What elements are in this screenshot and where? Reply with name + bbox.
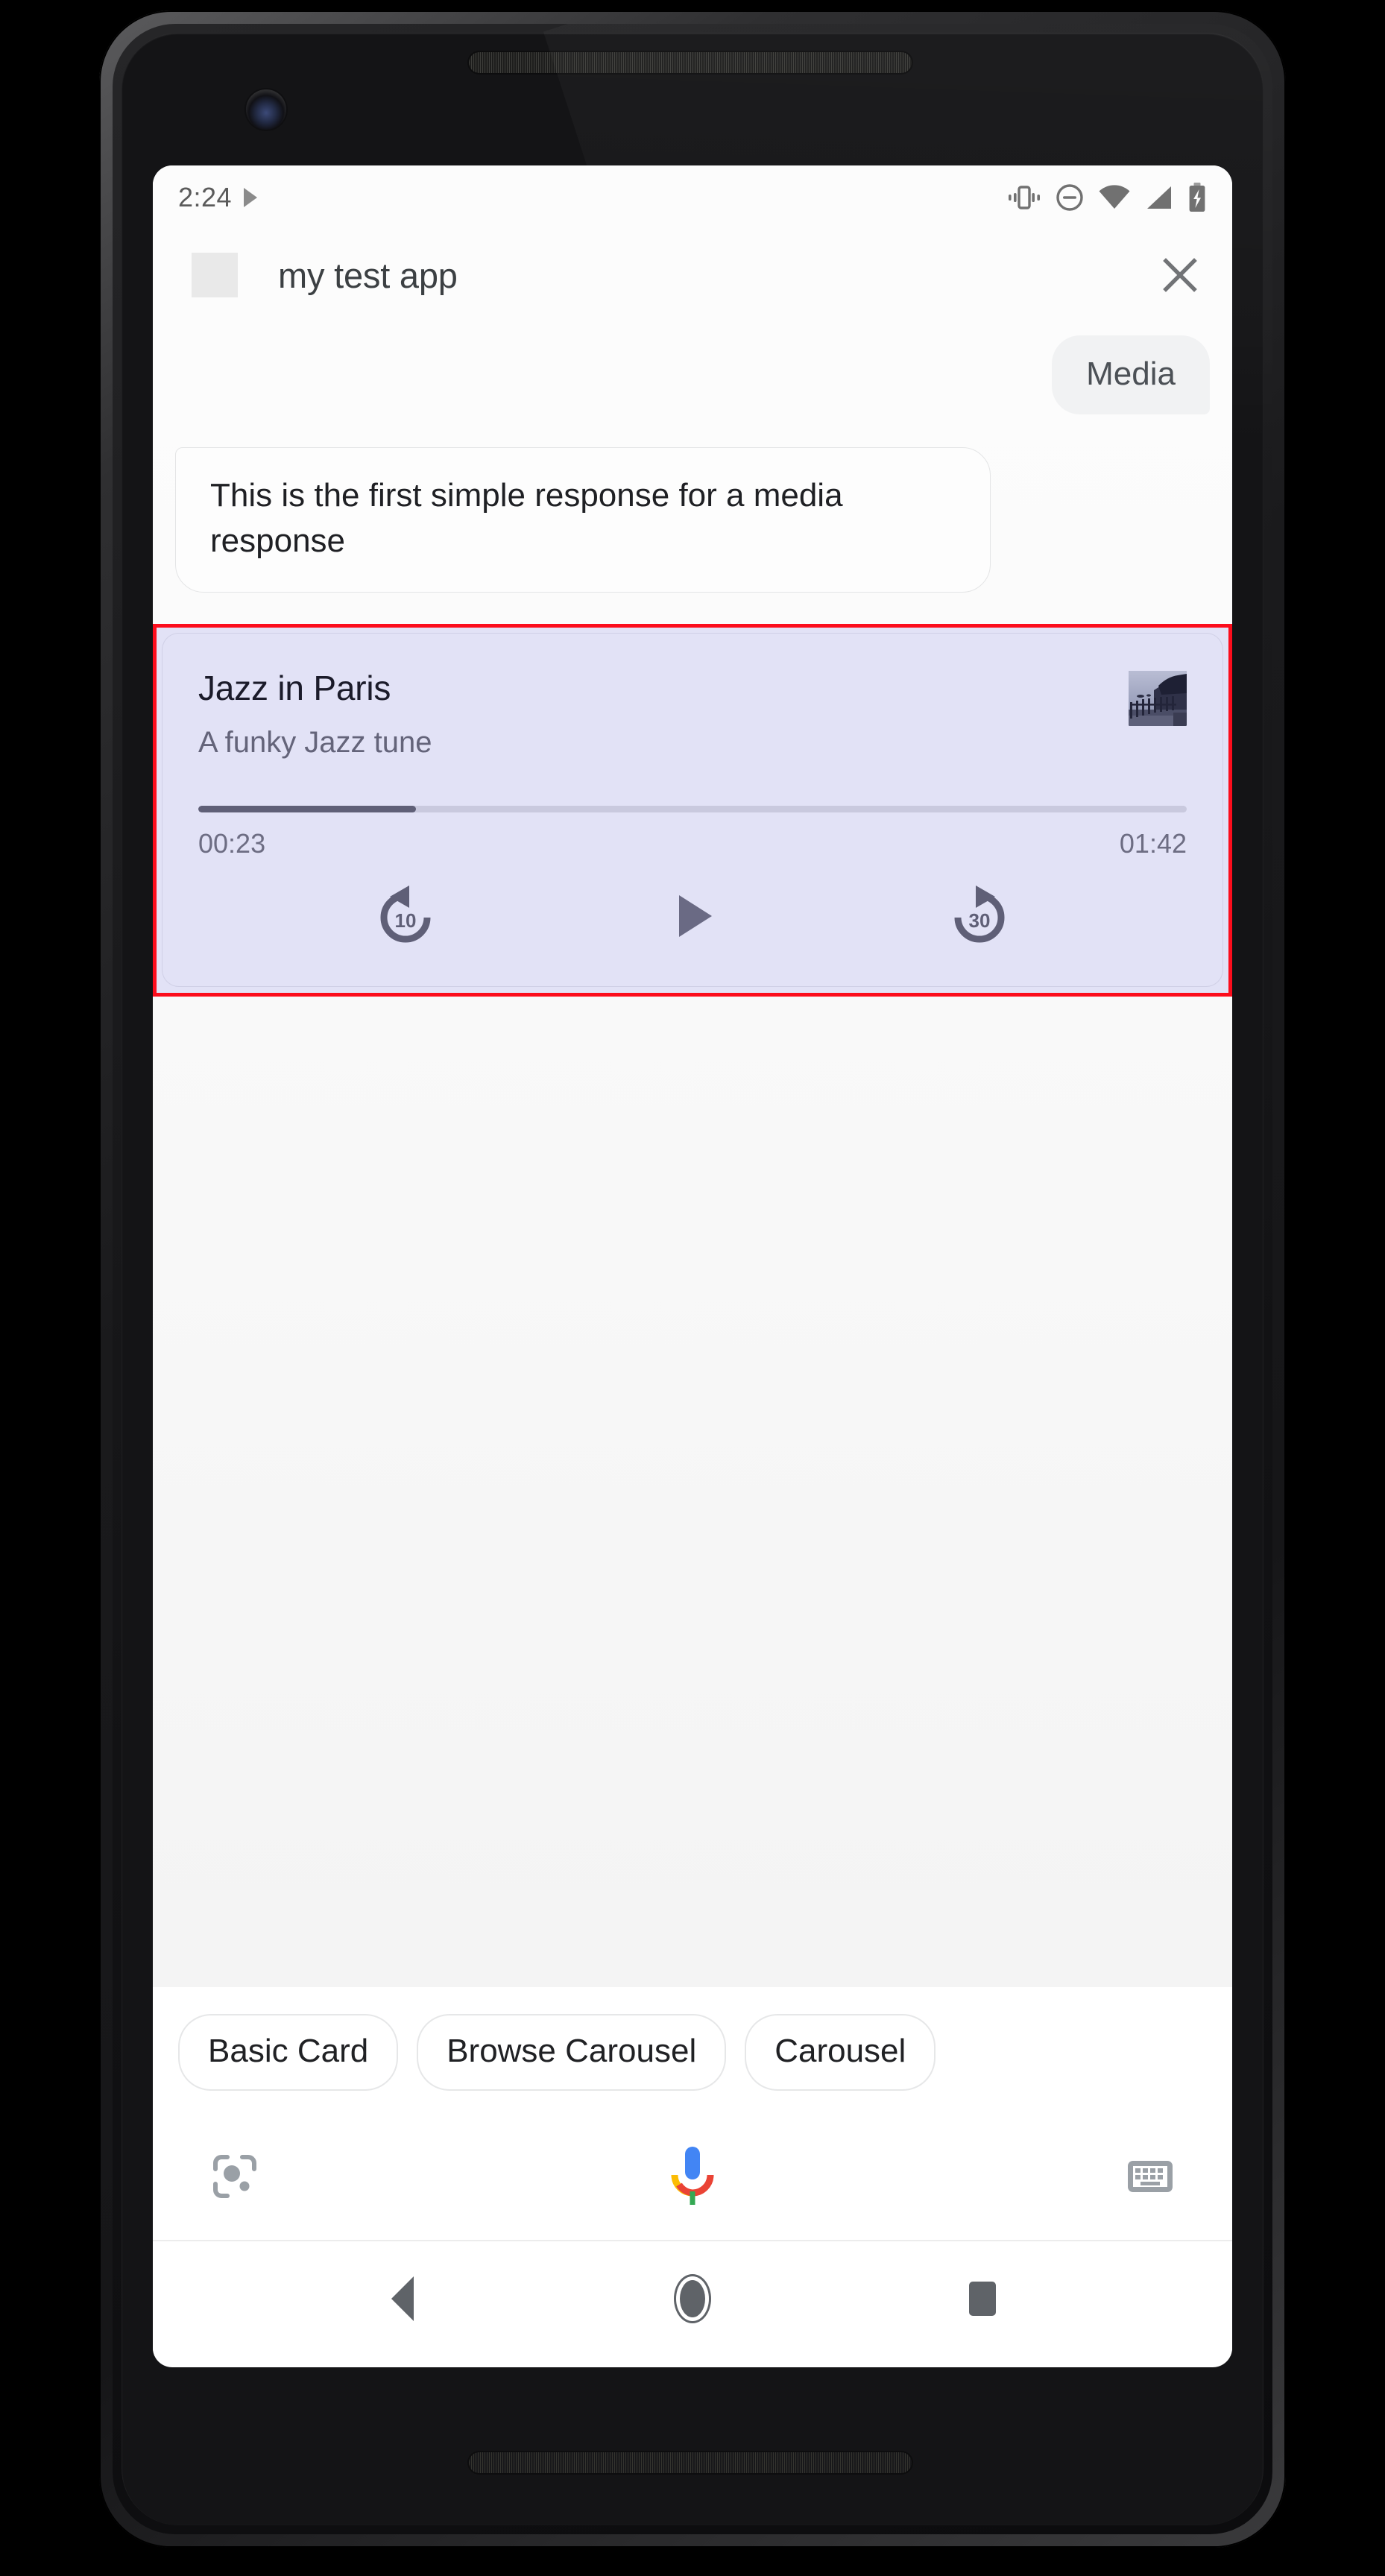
album-art-image (1129, 671, 1187, 727)
battery-charging-icon (1189, 183, 1205, 212)
media-card-text-block: Jazz in Paris A funky Jazz tune (198, 668, 1129, 760)
media-response-card[interactable]: Jazz in Paris A funky Jazz tune 00:23 01… (163, 634, 1222, 987)
chip-browse-carousel[interactable]: Browse Carousel (417, 2014, 727, 2091)
front-camera-icon (246, 89, 286, 130)
conversation-area: Media This is the first simple response … (153, 321, 1232, 1987)
current-time-label: 00:23 (198, 828, 266, 859)
close-button[interactable] (1156, 251, 1204, 299)
app-placeholder-icon (192, 253, 238, 297)
home-icon (679, 2280, 705, 2317)
app-header: my test app (153, 230, 1232, 321)
cellular-signal-icon (1147, 186, 1171, 209)
user-message-bubble: Media (1052, 335, 1210, 414)
keyboard-button[interactable] (1122, 2148, 1179, 2205)
chip-carousel[interactable]: Carousel (745, 2014, 936, 2091)
do-not-disturb-icon (1056, 184, 1083, 211)
media-card-header: Jazz in Paris A funky Jazz tune (198, 668, 1187, 760)
status-bar-clock: 2:24 (178, 182, 233, 212)
agent-message-row: This is the first simple response for a … (153, 447, 1232, 593)
wifi-icon (1099, 185, 1130, 209)
replay-10-button[interactable]: 10 (365, 876, 446, 956)
play-icon (678, 895, 712, 938)
phone-screen: 2:24 my test app Media This is the first… (153, 165, 1232, 2367)
forward-30-button[interactable]: 30 (939, 876, 1020, 956)
page-title: my test app (278, 255, 458, 295)
media-title: Jazz in Paris (198, 669, 391, 708)
total-time-label: 01:42 (1119, 828, 1187, 859)
vibrate-icon (1009, 186, 1040, 209)
forward-30-icon: 30 (954, 886, 1005, 943)
play-button[interactable] (652, 876, 733, 956)
agent-message-bubble: This is the first simple response for a … (175, 447, 991, 593)
close-icon (1163, 258, 1197, 292)
play-triangle-icon (244, 188, 258, 207)
keyboard-icon (1128, 2161, 1173, 2192)
media-time-row: 00:23 01:42 (198, 828, 1187, 859)
back-icon (391, 2276, 414, 2321)
back-button[interactable] (369, 2265, 436, 2332)
screenshot-root: 2:24 my test app Media This is the first… (0, 0, 1385, 2576)
progress-fill (198, 806, 416, 813)
recents-button[interactable] (949, 2265, 1016, 2332)
album-art-icon (1129, 671, 1187, 727)
google-assistant-mic-icon (671, 2146, 714, 2205)
status-bar-right (1007, 183, 1207, 212)
svg-text:10: 10 (395, 909, 417, 932)
status-bar-left: 2:24 (178, 182, 258, 213)
chip-basic-card[interactable]: Basic Card (178, 2014, 399, 2091)
progress-track[interactable] (198, 806, 1187, 813)
android-nav-bar (153, 2241, 1232, 2356)
media-card-highlight: Jazz in Paris A funky Jazz tune 00:23 01… (153, 624, 1232, 997)
suggestion-chips: Basic Card Browse Carousel Carousel (153, 1987, 1232, 2113)
media-progress[interactable]: 00:23 01:42 (198, 806, 1187, 859)
replay-10-icon: 10 (380, 886, 431, 943)
media-controls: 10 30 (198, 876, 1187, 956)
status-bar: 2:24 (153, 165, 1232, 230)
media-subtitle: A funky Jazz tune (198, 726, 432, 760)
google-lens-icon (213, 2155, 256, 2198)
recents-icon (969, 2282, 997, 2316)
google-lens-button[interactable] (206, 2148, 263, 2205)
user-message-row: Media (153, 335, 1232, 414)
home-button[interactable] (659, 2265, 726, 2332)
assistant-bar (153, 2113, 1232, 2241)
earpiece-speaker (469, 52, 912, 73)
assistant-mic-button[interactable] (669, 2142, 716, 2212)
bottom-speaker (469, 2452, 912, 2473)
svg-text:30: 30 (968, 909, 990, 932)
